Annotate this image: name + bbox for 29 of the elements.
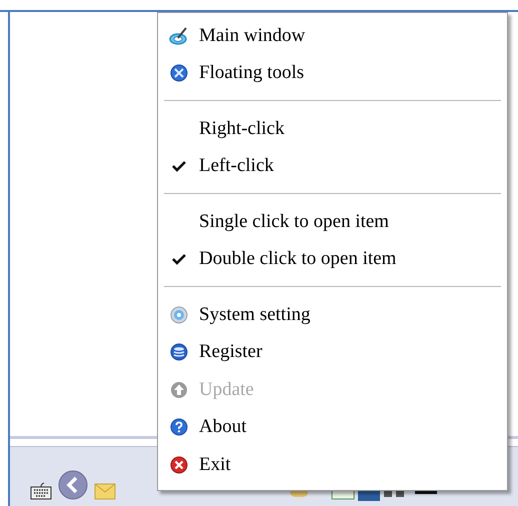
menu-item[interactable]: Left-click <box>160 148 505 185</box>
menu-item[interactable]: Floating tools <box>160 54 505 92</box>
menu-item-label: Exit <box>199 452 231 476</box>
menu-item-label: Right-click <box>199 116 284 140</box>
back-button-icon[interactable] <box>58 470 88 500</box>
menu-item-label: Update <box>199 378 254 402</box>
menu-item-label: System setting <box>199 302 310 326</box>
menu-item-label: Left-click <box>199 154 274 178</box>
menu-item-label: About <box>199 415 246 439</box>
menu-item[interactable]: Double click to open item <box>160 240 505 278</box>
menu-item-label: Register <box>199 340 262 364</box>
menu-item[interactable]: Single click to open item <box>160 203 505 240</box>
menu-item[interactable]: System setting <box>160 296 505 334</box>
menu-item[interactable]: Register <box>160 334 505 371</box>
menu-item-label: Floating tools <box>199 61 304 85</box>
disc-icon <box>170 306 188 324</box>
help-icon <box>170 418 188 436</box>
close-icon <box>170 456 188 474</box>
database-icon <box>170 343 188 362</box>
keyboard-icon[interactable] <box>30 482 52 500</box>
menu-item[interactable]: Exit <box>160 446 505 484</box>
menu-item-label: Single click to open item <box>199 210 389 234</box>
menu-item-label: Main window <box>199 24 306 48</box>
menu-item[interactable]: Right-click <box>160 110 505 148</box>
menu-item[interactable]: Main window <box>160 17 505 54</box>
menu-item-label: Double click to open item <box>199 247 396 271</box>
tools-icon <box>170 64 188 82</box>
menu-item[interactable]: About <box>160 408 505 446</box>
satellite-dish-icon <box>169 26 189 46</box>
